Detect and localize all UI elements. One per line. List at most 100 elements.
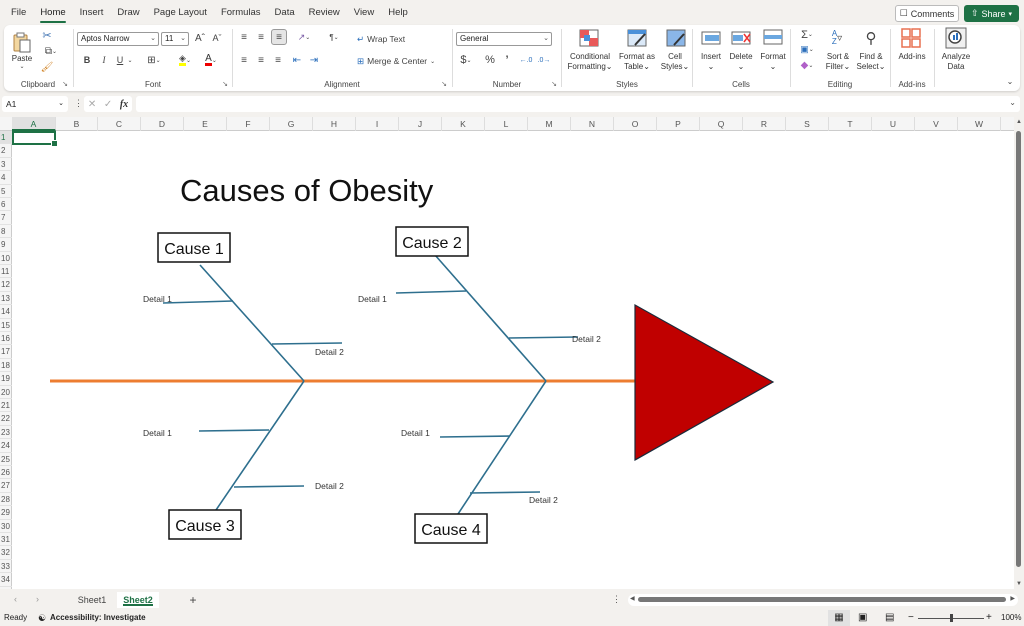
vertical-scrollbar[interactable]: ▲ ▼ xyxy=(1014,117,1024,589)
dialog-launcher-icon[interactable]: ↘ xyxy=(62,80,68,88)
clear-button[interactable]: ◆ ⌄ xyxy=(796,59,818,72)
text-direction-icon[interactable]: ¶ ⌄ xyxy=(323,30,345,44)
name-box[interactable]: A1 ⌄ xyxy=(2,96,68,112)
font-color-icon: A xyxy=(205,53,212,66)
borders-button[interactable]: ⊞ ⌄ xyxy=(144,54,164,66)
tab-view[interactable]: View xyxy=(347,0,381,26)
scroll-right-icon[interactable]: ▶ xyxy=(1010,595,1015,602)
wrap-text-button[interactable]: ↵ Wrap Text xyxy=(357,32,437,46)
tab-page-layout[interactable]: Page Layout xyxy=(147,0,214,26)
horizontal-scrollbar[interactable]: ◀ ▶ xyxy=(628,594,1018,606)
search-icon: ⚲ xyxy=(865,30,877,47)
more-options-icon[interactable]: ⋮ xyxy=(74,98,83,109)
formula-input[interactable] xyxy=(136,96,1020,112)
cause-4-label: Cause 4 xyxy=(421,522,481,539)
fill-color-button[interactable]: ◈ ⌄ xyxy=(174,53,196,67)
share-label: Share xyxy=(981,8,1006,19)
currency-button[interactable]: $ ⌄ xyxy=(457,53,475,67)
bold-button[interactable]: B xyxy=(81,54,93,66)
merge-center-button[interactable]: ⊞ Merge & Center ⌄ xyxy=(357,54,447,68)
tab-help[interactable]: Help xyxy=(381,0,415,26)
scroll-down-icon[interactable]: ▼ xyxy=(1016,581,1022,587)
fill-bucket-icon: ◈ xyxy=(179,54,186,66)
cause-3-detail-1: Detail 1 xyxy=(143,428,172,438)
fill-button[interactable]: ▣ ⌄ xyxy=(796,43,818,56)
normal-view-icon[interactable]: ▦ xyxy=(828,610,850,626)
scroll-up-icon[interactable]: ▲ xyxy=(1016,119,1022,125)
next-sheet-icon[interactable]: › xyxy=(36,594,39,604)
font-size-select[interactable]: 11 ⌄ xyxy=(161,32,189,46)
tab-review[interactable]: Review xyxy=(302,0,347,26)
fishbone-diagram: Causes of Obesity Cause 1 Detail 1 Detail … xyxy=(50,173,775,544)
tab-data[interactable]: Data xyxy=(268,0,302,26)
zoom-level[interactable]: 100% xyxy=(1001,610,1021,626)
tab-home[interactable]: Home xyxy=(33,0,72,26)
cell-styles-icon xyxy=(666,29,686,47)
page-layout-view-icon[interactable]: ▣ xyxy=(858,610,867,626)
prev-sheet-icon[interactable]: ‹ xyxy=(14,594,17,604)
copy-icon[interactable]: ⧉ ⌄ xyxy=(40,44,62,58)
dialog-launcher-icon[interactable]: ↘ xyxy=(551,80,557,88)
autosum-button[interactable]: Σ ⌄ xyxy=(796,28,818,41)
cut-icon[interactable]: ✂ xyxy=(40,28,54,42)
zoom-in-button[interactable]: + xyxy=(986,610,992,626)
number-format-select[interactable]: General ⌄ xyxy=(456,32,552,46)
conditional-formatting-icon xyxy=(579,29,599,47)
dialog-launcher-icon[interactable]: ↘ xyxy=(441,80,447,88)
comma-button[interactable]: ’ xyxy=(501,53,513,67)
tab-formulas[interactable]: Formulas xyxy=(214,0,268,26)
decrease-indent-icon[interactable]: ⇤ xyxy=(290,53,304,67)
font-name-select[interactable]: Aptos Narrow ⌄ xyxy=(77,32,159,46)
align-left-icon[interactable]: ≡ xyxy=(237,53,251,67)
scroll-left-icon[interactable]: ◀ xyxy=(630,595,635,602)
share-button[interactable]: ⇧ Share ▾ xyxy=(964,5,1019,22)
chevron-down-icon[interactable]: ⌄ xyxy=(126,54,134,66)
confirm-icon[interactable]: ✓ xyxy=(104,99,112,110)
percent-button[interactable]: % xyxy=(483,53,497,67)
tab-insert[interactable]: Insert xyxy=(73,0,111,26)
expand-formula-bar-icon[interactable]: ⌄ xyxy=(1009,98,1016,107)
comments-button[interactable]: ☐ Comments xyxy=(895,5,959,22)
cause-1-detail-2-line xyxy=(271,342,343,345)
editing-group: Σ ⌄ ▣ ⌄ ◆ ⌄ A Z ▿ Sort & Filter⌄ ⚲ Find & Selec… xyxy=(791,25,889,91)
orientation-icon[interactable]: ↗ ⌄ xyxy=(293,30,315,44)
sheet-tab-sheet2[interactable]: Sheet2 xyxy=(117,592,159,608)
vertical-scroll-thumb[interactable] xyxy=(1016,131,1021,567)
fish-head-triangle[interactable] xyxy=(634,303,775,462)
align-right-icon[interactable]: ≡ xyxy=(271,53,285,67)
font-label: Font xyxy=(144,80,161,89)
cause-4-detail-2: Detail 2 xyxy=(529,495,558,505)
decrease-decimal-icon[interactable]: .0→ xyxy=(537,53,551,67)
collapse-ribbon-icon[interactable]: ⌄ xyxy=(1004,75,1016,87)
italic-button[interactable]: I xyxy=(98,54,110,66)
grow-font-button[interactable]: Aˆ xyxy=(193,31,207,45)
page-break-view-icon[interactable]: ▤ xyxy=(885,610,894,626)
format-table-icon xyxy=(627,29,647,47)
shrink-font-button[interactable]: Aˇ xyxy=(210,31,224,45)
tab-draw[interactable]: Draw xyxy=(110,0,146,26)
paste-button[interactable]: Paste ⌄ xyxy=(10,29,34,73)
underline-button[interactable]: U xyxy=(114,54,126,66)
zoom-slider-thumb[interactable] xyxy=(950,614,953,622)
horizontal-scroll-thumb[interactable] xyxy=(638,597,1006,602)
align-center-icon[interactable]: ≡ xyxy=(254,53,268,67)
align-top-icon[interactable]: ≡ xyxy=(237,30,251,44)
format-painter-icon[interactable]: 🖌 xyxy=(40,60,54,74)
tab-file[interactable]: File xyxy=(4,0,33,26)
align-middle-icon[interactable]: ≡ xyxy=(254,30,268,44)
dialog-launcher-icon[interactable]: ↘ xyxy=(222,80,228,88)
worksheet-grid[interactable]: ABCDEFGHIJKLMNOPQRSTUVW 1 2 3 4 5 6 7 8 9 10 11 12 1… xyxy=(0,117,1014,589)
sheet-tab-sheet1[interactable]: Sheet1 xyxy=(70,592,114,608)
zoom-out-button[interactable]: − xyxy=(908,610,914,626)
insert-function-icon[interactable]: fx xyxy=(120,99,128,110)
status-ready: Ready xyxy=(4,613,28,622)
increase-decimal-icon[interactable]: ←.0 xyxy=(519,53,533,67)
add-sheet-button[interactable]: + xyxy=(184,592,202,608)
font-color-button[interactable]: A ⌄ xyxy=(200,53,222,67)
paste-label: Paste xyxy=(11,54,33,63)
accessibility-status[interactable]: Accessibility: Investigate xyxy=(50,610,146,626)
more-options-icon[interactable]: ⋮ xyxy=(612,594,621,605)
align-bottom-icon[interactable]: ≡ xyxy=(271,29,287,45)
increase-indent-icon[interactable]: ⇥ xyxy=(307,53,321,67)
cancel-icon[interactable]: ✕ xyxy=(88,99,96,110)
